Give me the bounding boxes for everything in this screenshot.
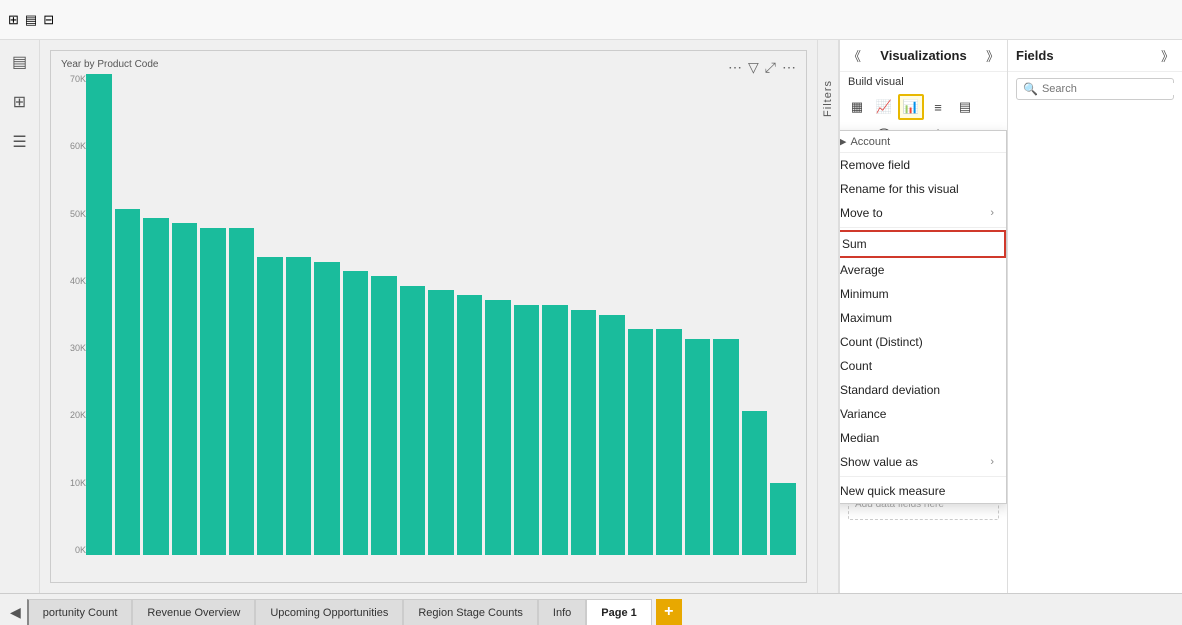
- bar-item[interactable]: [343, 271, 369, 555]
- build-visual-label: Build visual: [840, 72, 1007, 92]
- fields-expand-right[interactable]: 》: [1161, 46, 1174, 65]
- top-toolbar: ⊞ ▤ ⊟: [0, 0, 1182, 40]
- viz-icon-clustered-bar[interactable]: 📊: [898, 94, 924, 120]
- left-icon-model[interactable]: ☰: [6, 128, 34, 156]
- context-menu-item-median[interactable]: Median: [839, 426, 1006, 450]
- context-menu-item-minimum[interactable]: Minimum: [839, 282, 1006, 306]
- viz-panel-header: 《 Visualizations 》: [840, 40, 1007, 72]
- bar-item[interactable]: [257, 257, 283, 555]
- context-menu: ▶ Account Remove fieldRename for this vi…: [839, 130, 1007, 504]
- filters-strip: Filters: [817, 40, 839, 593]
- viz-panel: 《 Visualizations 》 Build visual ▦ 📈 📊 ≡ …: [839, 40, 1007, 593]
- viz-icon-linechart[interactable]: 📈: [871, 94, 897, 120]
- page-tab-2[interactable]: Upcoming Opportunities: [255, 599, 403, 625]
- page-tabs: portunity CountRevenue OverviewUpcoming …: [27, 599, 652, 625]
- y-axis: 70K 60K 50K 40K 30K 20K 10K 0K: [61, 74, 86, 555]
- page-tab-5[interactable]: Page 1: [586, 599, 651, 625]
- search-input[interactable]: [1042, 83, 1182, 95]
- bar-item[interactable]: [86, 74, 112, 555]
- page-tab-0[interactable]: portunity Count: [27, 599, 133, 625]
- viz-icons-row-1: ▦ 📈 📊 ≡ ▤: [844, 94, 1003, 120]
- context-menu-item-maximum[interactable]: Maximum: [839, 306, 1006, 330]
- bar-item[interactable]: [457, 295, 483, 555]
- fields-panel-title: Fields: [1016, 48, 1054, 63]
- bar-item[interactable]: [143, 218, 169, 555]
- viz-icon-stacked[interactable]: ≡: [925, 94, 951, 120]
- viz-collapse-left[interactable]: 《: [848, 46, 861, 65]
- bar-item[interactable]: [172, 223, 198, 555]
- chart-title: Year by Product Code: [61, 59, 796, 70]
- submenu-arrow-icon: ›: [990, 456, 994, 468]
- fields-search-box[interactable]: 🔍: [1016, 78, 1174, 100]
- viz-icon-barchart[interactable]: ▦: [844, 94, 870, 120]
- bar-item[interactable]: [742, 411, 768, 555]
- filters-label: Filters: [822, 80, 834, 117]
- bar-item[interactable]: [656, 329, 682, 555]
- page-tab-1[interactable]: Revenue Overview: [132, 599, 255, 625]
- context-menu-item-remove-field[interactable]: Remove field: [839, 153, 1006, 177]
- fields-panel-header: Fields 》: [1008, 40, 1182, 72]
- viz-expand-right[interactable]: 》: [986, 46, 999, 65]
- context-menu-item-count[interactable]: Count: [839, 354, 1006, 378]
- context-menu-item-new-quick-measure[interactable]: New quick measure: [839, 479, 1006, 503]
- toolbar-icon-3[interactable]: ⊟: [43, 12, 54, 28]
- left-panel: ▤ ⊞ ☰: [0, 40, 40, 593]
- context-menu-item-variance[interactable]: Variance: [839, 402, 1006, 426]
- bottom-tabs: ◀ portunity CountRevenue OverviewUpcomin…: [0, 593, 1182, 625]
- canvas-area: ⋯ ▽ ⤢ ⋯ Year by Product Code 70K 60K 50K…: [40, 40, 817, 593]
- context-menu-expand-icon: ▶: [839, 135, 846, 148]
- context-menu-item-count-(distinct)[interactable]: Count (Distinct): [839, 330, 1006, 354]
- context-menu-item-move-to[interactable]: Move to›: [839, 201, 1006, 225]
- bar-item[interactable]: [400, 286, 426, 555]
- context-menu-item-standard-deviation[interactable]: Standard deviation: [839, 378, 1006, 402]
- add-page-button[interactable]: +: [656, 599, 682, 625]
- submenu-arrow-icon: ›: [990, 207, 994, 219]
- toolbar-icon-2[interactable]: ▤: [25, 12, 37, 28]
- bar-item[interactable]: [542, 305, 568, 555]
- bar-item[interactable]: [200, 228, 226, 555]
- context-menu-item-sum[interactable]: Sum: [839, 230, 1006, 258]
- context-menu-item-show-value-as[interactable]: Show value as›: [839, 450, 1006, 474]
- context-menu-items: Remove fieldRename for this visualMove t…: [839, 153, 1006, 503]
- bar-item[interactable]: [685, 339, 711, 555]
- bar-item[interactable]: [514, 305, 540, 555]
- chart-frame: ⋯ ▽ ⤢ ⋯ Year by Product Code 70K 60K 50K…: [50, 50, 807, 583]
- bar-item[interactable]: [286, 257, 312, 555]
- bar-item[interactable]: [428, 290, 454, 555]
- bar-item[interactable]: [770, 483, 796, 555]
- context-menu-item-average[interactable]: Average: [839, 258, 1006, 282]
- toolbar-icon-1[interactable]: ⊞: [8, 12, 19, 28]
- left-icon-data[interactable]: ⊞: [6, 88, 34, 116]
- context-menu-account-label: Account: [850, 136, 890, 148]
- bar-chart: 70K 60K 50K 40K 30K 20K 10K 0K: [51, 74, 806, 575]
- page-tab-4[interactable]: Info: [538, 599, 586, 625]
- bar-item[interactable]: [571, 310, 597, 555]
- bar-item[interactable]: [485, 300, 511, 555]
- bar-item[interactable]: [599, 315, 625, 556]
- bar-chart-inner: [86, 74, 796, 555]
- main-layout: ▤ ⊞ ☰ ⋯ ▽ ⤢ ⋯ Year by Product Code 70K 6…: [0, 40, 1182, 593]
- bar-item[interactable]: [314, 262, 340, 555]
- fields-panel: Fields 》 🔍: [1007, 40, 1182, 593]
- left-icon-report[interactable]: ▤: [6, 48, 34, 76]
- bar-item[interactable]: [371, 276, 397, 555]
- viz-icon-100pct[interactable]: ▤: [952, 94, 978, 120]
- context-menu-divider-2: [839, 476, 1006, 477]
- context-menu-header: ▶ Account: [839, 131, 1006, 153]
- bar-item[interactable]: [229, 228, 255, 555]
- context-menu-divider: [839, 227, 1006, 228]
- bar-item[interactable]: [115, 209, 141, 555]
- search-icon: 🔍: [1023, 82, 1038, 96]
- viz-panel-title: Visualizations: [880, 48, 966, 63]
- bar-item[interactable]: [628, 329, 654, 555]
- context-menu-item-rename-for-this-visual[interactable]: Rename for this visual: [839, 177, 1006, 201]
- page-tab-3[interactable]: Region Stage Counts: [403, 599, 538, 625]
- bar-item[interactable]: [713, 339, 739, 555]
- tab-nav-left[interactable]: ◀: [4, 599, 27, 625]
